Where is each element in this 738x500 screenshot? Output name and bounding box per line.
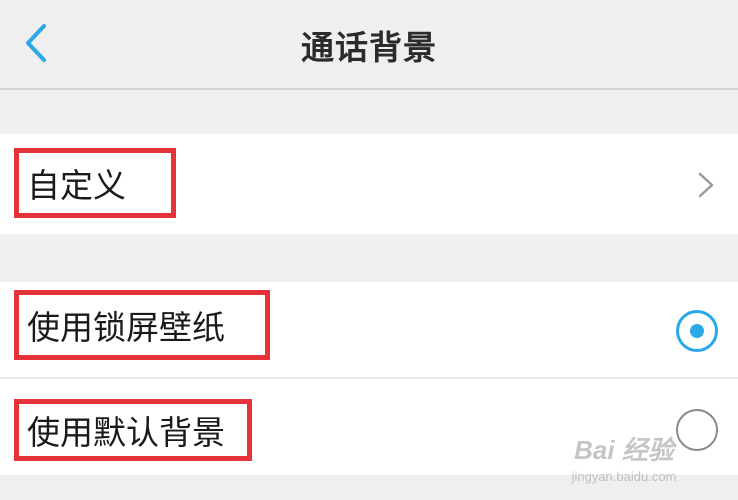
option-custom[interactable]: 自定义 [0,134,738,234]
watermark-brand: Bai 经验 [574,435,674,465]
baidu-watermark: Bai 经验 jingyan.baidu.com [554,430,694,486]
page-title: 通话背景 [301,28,437,67]
option-lock-wallpaper[interactable]: 使用锁屏壁纸 [0,282,738,378]
chevron-left-icon [26,24,46,62]
radio-selected-icon[interactable] [676,310,718,352]
call-background-screen: 通话背景 自定义 使用锁屏壁纸 使用默认背景 Bai 经验 jingyan.ba… [0,0,738,500]
option-custom-label: 自定义 [14,148,176,218]
option-default-background-label: 使用默认背景 [14,399,252,461]
watermark-url: jingyan.baidu.com [571,469,677,484]
chevron-right-icon [694,170,718,200]
option-lock-wallpaper-label: 使用锁屏壁纸 [14,290,270,360]
header-bar: 通话背景 [0,0,738,90]
back-button[interactable] [14,18,58,68]
